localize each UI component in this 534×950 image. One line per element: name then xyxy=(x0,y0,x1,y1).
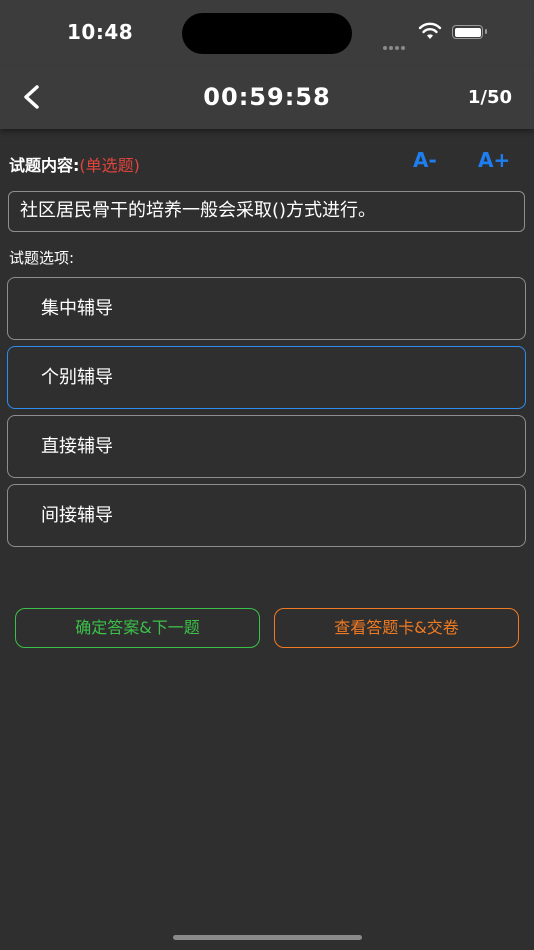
question-content-label: 试题内容: xyxy=(9,156,80,175)
option-d[interactable]: 间接辅导 xyxy=(7,484,526,547)
status-time: 10:48 xyxy=(67,20,134,44)
option-c[interactable]: 直接辅导 xyxy=(7,415,526,478)
home-indicator[interactable] xyxy=(173,935,362,940)
font-decrease-button[interactable]: A- xyxy=(413,148,437,172)
option-b[interactable]: 个别辅导 xyxy=(7,346,526,409)
wifi-icon xyxy=(418,22,442,39)
status-bar: 10:48 xyxy=(0,0,534,66)
font-increase-button[interactable]: A+ xyxy=(478,148,510,172)
countdown-timer: 00:59:58 xyxy=(203,83,331,111)
dynamic-island xyxy=(182,13,352,54)
question-type-label: (单选题) xyxy=(79,156,140,175)
question-text: 社区居民骨干的培养一般会采取()方式进行。 xyxy=(8,191,525,232)
nav-bar: 00:59:58 1/50 xyxy=(0,66,534,129)
options-label: 试题选项: xyxy=(9,249,75,267)
question-label-row: 试题内容:(单选题) xyxy=(9,152,140,176)
cellular-signal-icon xyxy=(383,35,407,54)
answer-card-submit-button[interactable]: 查看答题卡&交卷 xyxy=(274,608,519,648)
confirm-next-button[interactable]: 确定答案&下一题 xyxy=(15,608,260,648)
option-a[interactable]: 集中辅导 xyxy=(7,277,526,340)
battery-icon xyxy=(452,25,487,39)
question-counter: 1/50 xyxy=(467,87,512,108)
